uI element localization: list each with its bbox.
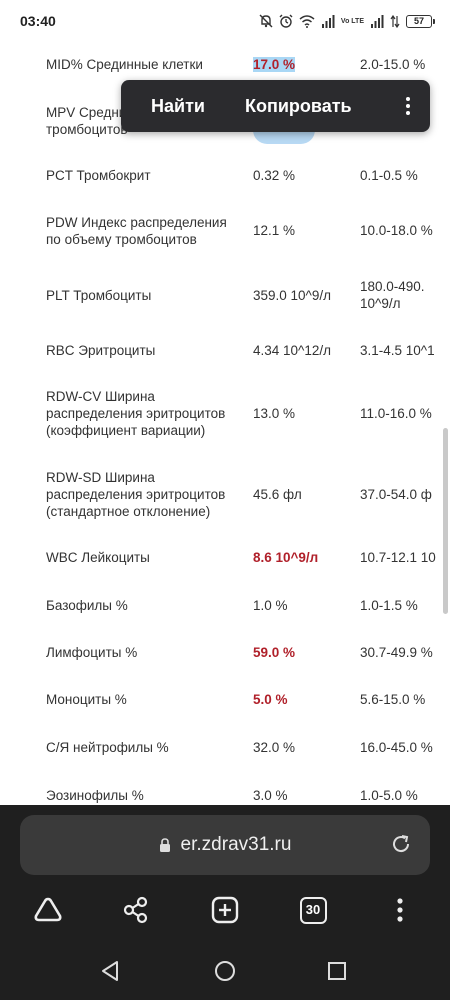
- row-ref: 16.0-45.0 %: [360, 740, 433, 755]
- scrollbar-thumb[interactable]: [443, 428, 448, 614]
- data-arrows-icon: [390, 14, 400, 28]
- back-icon[interactable]: [97, 958, 123, 984]
- row-value: 359.0 10^9/л: [253, 288, 332, 303]
- lock-icon: [159, 837, 170, 852]
- tabs-button[interactable]: 30: [293, 890, 333, 930]
- row-name: Лимфоциты %: [46, 645, 138, 660]
- row-name: WBC Лейкоциты: [46, 550, 150, 565]
- tab-count: 30: [299, 896, 327, 924]
- row-ref: 30.7-49.9 %: [360, 645, 433, 660]
- more-options-icon[interactable]: [396, 94, 420, 118]
- row-value: 17.0 %: [253, 56, 353, 73]
- alarm-icon: [279, 14, 293, 28]
- row-ref: 5.6-15.0 %: [360, 692, 426, 707]
- status-time: 03:40: [20, 13, 56, 29]
- row-name: PCT Тромбокрит: [46, 168, 151, 183]
- row-ref: 3.1-4.5 10^1: [360, 343, 435, 358]
- row-ref: 10.0-18.0 %: [360, 223, 433, 238]
- row-ref: 180.0-490. 10^9/л: [360, 279, 425, 311]
- browser-bottom-bar: er.zdrav31.ru 30: [0, 805, 450, 940]
- row-name: PLT Тромбоциты: [46, 288, 152, 303]
- share-icon[interactable]: [116, 890, 156, 930]
- menu-kebab-icon[interactable]: [380, 890, 420, 930]
- volte-label: Vo LTE: [340, 17, 364, 25]
- row-value: 5.0 %: [253, 692, 288, 707]
- signal-icon: [321, 14, 335, 28]
- row-name: RBC Эритроциты: [46, 343, 156, 358]
- home-icon[interactable]: [212, 958, 238, 984]
- row-name: С/Я нейтрофилы %: [46, 740, 169, 755]
- row-name: RDW-SD Ширина распределения эритроцитов …: [46, 470, 226, 519]
- text-selection-menu: Найти Копировать: [121, 80, 430, 132]
- row-name: PDW Индекс распределения по объему тромб…: [46, 215, 227, 247]
- row-value: 8.6 10^9/л: [253, 550, 319, 565]
- row-ref: 37.0-54.0 ф: [360, 487, 432, 502]
- signal-icon-2: [371, 14, 384, 28]
- status-icons: Vo LTE 57: [259, 14, 435, 28]
- row-ref: 2.0-15.0 %: [360, 57, 426, 72]
- row-ref: 11.0-16.0 %: [360, 406, 432, 421]
- recents-icon[interactable]: [324, 958, 350, 984]
- status-bar: 03:40 Vo LTE 57: [0, 0, 450, 42]
- reload-icon[interactable]: [390, 833, 412, 855]
- row-value: 0.32 %: [253, 168, 296, 183]
- row-value: 3.0 %: [253, 788, 288, 803]
- row-value: 32.0 %: [253, 740, 296, 755]
- row-name: Моноциты %: [46, 692, 127, 707]
- mute-bell-icon: [259, 14, 273, 28]
- row-value-selected[interactable]: 17.0 %: [253, 57, 296, 72]
- row-value: 13.0 %: [253, 406, 296, 421]
- alice-assistant-icon[interactable]: [28, 890, 68, 930]
- new-tab-icon[interactable]: [205, 890, 245, 930]
- row-ref: 1.0-1.5 %: [360, 598, 418, 613]
- row-value: 4.34 10^12/л: [253, 343, 332, 358]
- row-name: RDW-CV Ширина распределения эритроцитов …: [46, 389, 226, 438]
- row-name: Эозинофилы %: [46, 788, 144, 803]
- wifi-icon: [299, 14, 315, 28]
- row-value: 1.0 %: [253, 598, 288, 613]
- copy-button[interactable]: Копировать: [245, 96, 352, 117]
- battery-icon: 57: [406, 14, 435, 28]
- find-button[interactable]: Найти: [151, 96, 205, 117]
- row-value: 59.0 %: [253, 645, 296, 660]
- row-ref: 0.1-0.5 %: [360, 168, 418, 183]
- row-ref: 10.7-12.1 10: [360, 550, 436, 565]
- browser-toolbar: 30: [0, 890, 450, 940]
- row-value: 45.6 фл: [253, 487, 302, 502]
- page-content[interactable]: MID% Срединные клетки 17.0 % 2.0-15.0 % …: [0, 42, 450, 805]
- row-name: MID% Срединные клетки: [46, 57, 203, 72]
- row-value: 12.1 %: [253, 223, 296, 238]
- address-bar[interactable]: er.zdrav31.ru: [20, 815, 430, 875]
- system-nav-bar: [0, 940, 450, 1000]
- row-name: Базофилы %: [46, 598, 128, 613]
- row-ref: 1.0-5.0 %: [360, 788, 418, 803]
- url-text[interactable]: er.zdrav31.ru: [181, 834, 292, 856]
